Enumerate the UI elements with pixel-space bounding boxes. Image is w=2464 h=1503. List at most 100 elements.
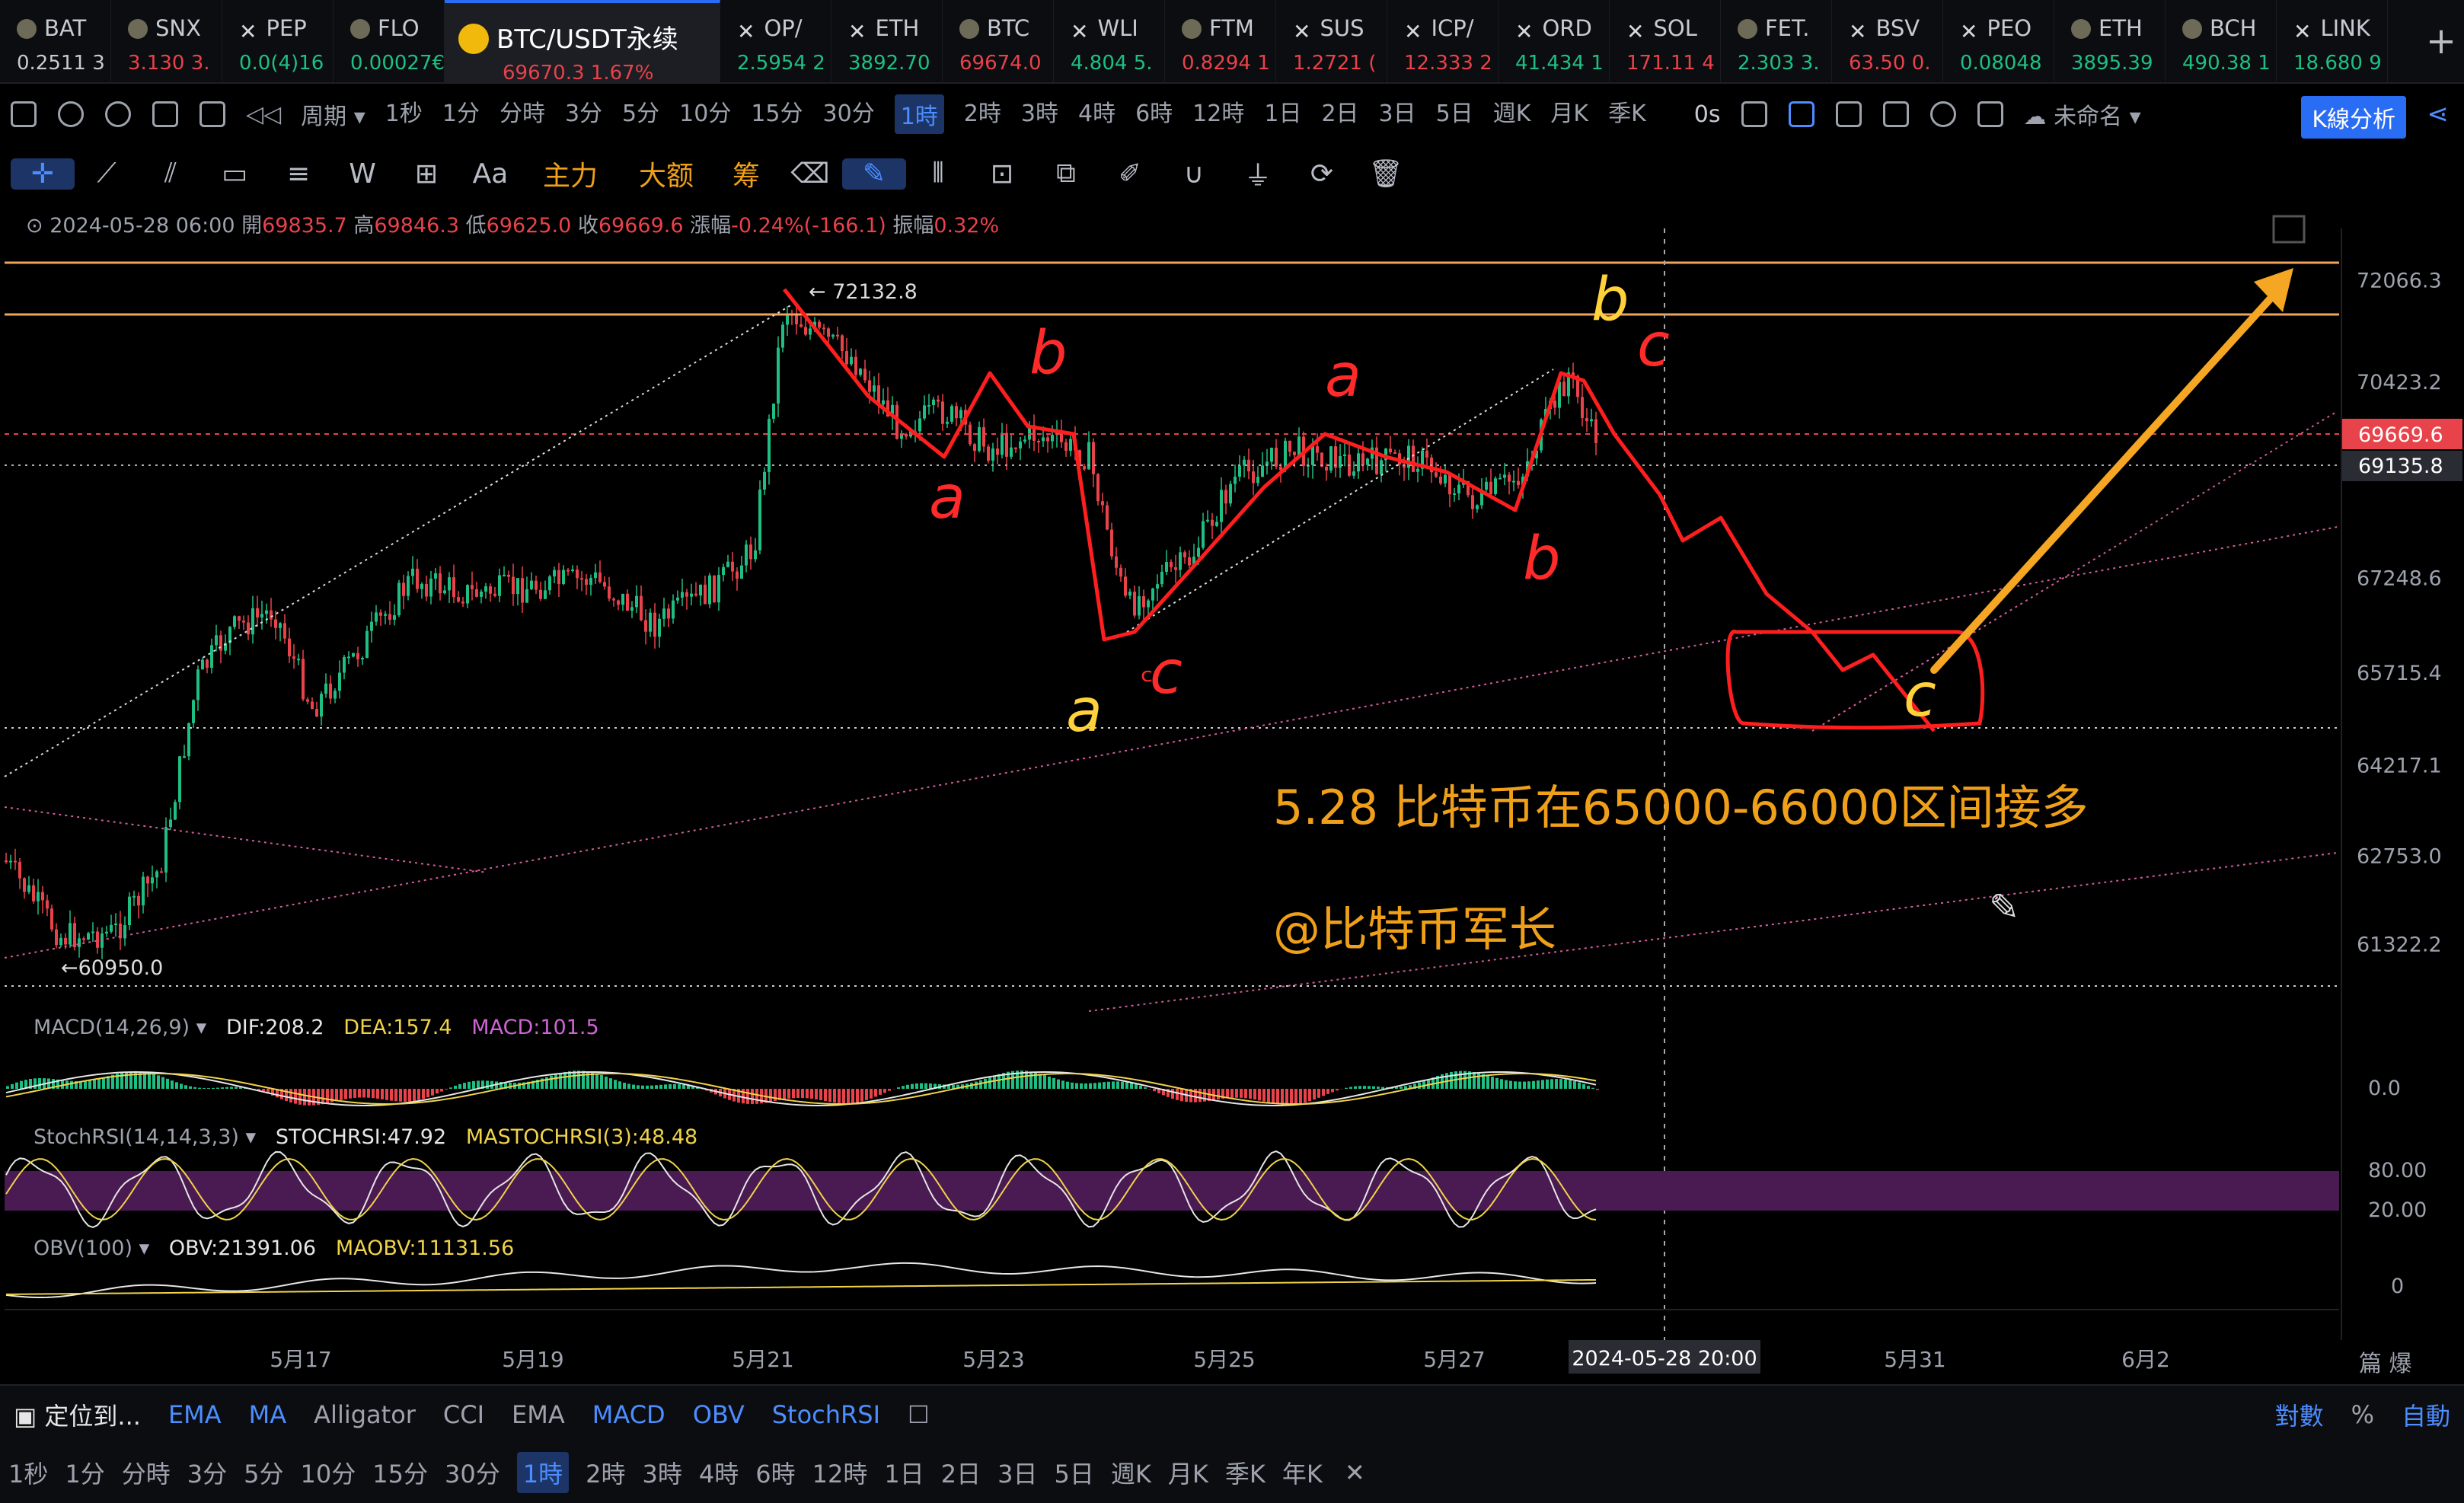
- macd-bar: [289, 1089, 292, 1103]
- macd-bar: [1418, 1082, 1421, 1089]
- macd-bar: [1039, 1074, 1042, 1089]
- bottom-interval-option[interactable]: 分時: [122, 1455, 171, 1490]
- candle: [233, 616, 236, 627]
- candle: [704, 584, 707, 605]
- macd-bar: [1107, 1081, 1110, 1089]
- log-scale-toggle[interactable]: 對數: [2275, 1397, 2324, 1432]
- candle: [443, 590, 446, 594]
- indicator-option[interactable]: OBV: [693, 1400, 745, 1429]
- auto-scale-toggle[interactable]: 自動: [2402, 1397, 2450, 1432]
- candle: [996, 448, 999, 455]
- candle: [1197, 547, 1200, 557]
- price-chart[interactable]: ← 72132.8←60950.0baacbabccᶜ✎ 72066.37042…: [0, 0, 2464, 1384]
- candle: [297, 659, 300, 661]
- candle: [841, 335, 844, 352]
- macd-label[interactable]: MACD(14,26,9): [34, 1016, 190, 1039]
- macd-bar: [1550, 1079, 1553, 1089]
- stochrsi-value: STOCHRSI:47.92: [275, 1125, 447, 1149]
- candle: [868, 380, 871, 392]
- locate-button[interactable]: ▣ 定位到...: [14, 1397, 141, 1432]
- x-tick-label: 5月21: [732, 1347, 793, 1372]
- bottom-interval-option[interactable]: 5分: [244, 1455, 283, 1490]
- bottom-interval-option[interactable]: 10分: [301, 1455, 356, 1490]
- macd-bar: [897, 1087, 900, 1089]
- macd-bar: [742, 1089, 745, 1104]
- indicator-option[interactable]: StochRSI: [772, 1400, 880, 1429]
- wave-label: a: [1066, 677, 1103, 745]
- bottom-interval-option[interactable]: 6時: [755, 1455, 795, 1490]
- bottom-interval-option[interactable]: 15分: [372, 1455, 428, 1490]
- bottom-interval-option[interactable]: 2時: [586, 1455, 625, 1490]
- indicator-option[interactable]: MA: [249, 1400, 287, 1429]
- macd-bar: [372, 1089, 375, 1099]
- bottom-interval-option[interactable]: 5日: [1054, 1455, 1093, 1490]
- bottom-interval-option[interactable]: 年K: [1282, 1455, 1323, 1490]
- candle: [1512, 480, 1515, 483]
- candle: [1106, 505, 1109, 530]
- macd-bar: [847, 1089, 850, 1104]
- obv-ma: MAOBV:11131.56: [335, 1237, 515, 1260]
- percent-toggle[interactable]: %: [2351, 1400, 2374, 1429]
- bottom-interval-option[interactable]: 4時: [699, 1455, 739, 1490]
- candle: [1206, 519, 1209, 522]
- bottom-interval-option[interactable]: 3分: [187, 1455, 227, 1490]
- candle: [1037, 441, 1040, 443]
- axis-settings-icon[interactable]: 篇 爆: [2359, 1345, 2412, 1378]
- indicator-option[interactable]: Alligator: [314, 1400, 416, 1429]
- candle: [1215, 522, 1218, 526]
- macd-bar: [1057, 1079, 1060, 1089]
- macd-bar: [1368, 1086, 1371, 1089]
- bottom-interval-option[interactable]: 3時: [642, 1455, 681, 1490]
- candle: [78, 938, 81, 948]
- macd-bar: [993, 1075, 996, 1089]
- bottom-interval-option[interactable]: 3日: [997, 1455, 1037, 1490]
- candle: [831, 334, 835, 337]
- candle: [612, 598, 615, 601]
- indicator-option[interactable]: EMA: [168, 1400, 222, 1429]
- candle: [1594, 419, 1597, 443]
- bottom-interval-option[interactable]: 週K: [1111, 1455, 1151, 1490]
- candle: [274, 619, 277, 628]
- bottom-interval-option[interactable]: 12時: [812, 1455, 868, 1490]
- bottom-interval-option[interactable]: 1秒: [8, 1455, 48, 1490]
- candle: [87, 933, 90, 940]
- macd-bar: [1112, 1081, 1115, 1089]
- bottom-interval-option[interactable]: 1日: [884, 1455, 924, 1490]
- macd-bar: [883, 1089, 886, 1093]
- macd-bar: [385, 1089, 388, 1100]
- candle: [1051, 435, 1054, 442]
- bottom-interval-option[interactable]: 30分: [445, 1455, 500, 1490]
- candle: [251, 608, 254, 635]
- candle: [937, 399, 940, 402]
- bottom-interval-option[interactable]: 1分: [65, 1455, 104, 1490]
- macd-bar: [755, 1089, 758, 1104]
- candle: [270, 610, 273, 620]
- obv-label[interactable]: OBV(100): [34, 1237, 132, 1260]
- macd-bar: [554, 1074, 557, 1089]
- candle: [1220, 490, 1223, 522]
- candle: [1119, 567, 1122, 577]
- candle: [375, 612, 378, 622]
- macd-bar: [924, 1083, 927, 1089]
- bottom-interval-option[interactable]: 季K: [1225, 1455, 1266, 1490]
- bottom-interval-option[interactable]: 2日: [941, 1455, 981, 1490]
- macd-bar: [1477, 1073, 1480, 1089]
- close-icon[interactable]: ✕: [1345, 1458, 1365, 1487]
- macd-bar: [1569, 1080, 1572, 1089]
- stochrsi-label[interactable]: StochRSI(14,14,3,3): [34, 1125, 239, 1149]
- candle: [23, 878, 26, 892]
- candle: [1064, 442, 1068, 452]
- macd-bar: [828, 1089, 831, 1103]
- macd-bar: [1591, 1087, 1594, 1089]
- bottom-interval-option[interactable]: 1時: [516, 1452, 570, 1493]
- bottom-interval-option[interactable]: 月K: [1168, 1455, 1208, 1490]
- candle: [927, 405, 930, 407]
- candle: [1471, 495, 1474, 509]
- indicator-option[interactable]: MACD: [592, 1400, 665, 1429]
- macd-bar: [673, 1083, 676, 1089]
- indicator-option[interactable]: CCI: [443, 1400, 484, 1429]
- indicator-option[interactable]: EMA: [512, 1400, 565, 1429]
- macd-bar: [6, 1086, 9, 1089]
- macd-bar: [11, 1083, 14, 1089]
- edit-indicators-icon[interactable]: ☐: [908, 1400, 930, 1429]
